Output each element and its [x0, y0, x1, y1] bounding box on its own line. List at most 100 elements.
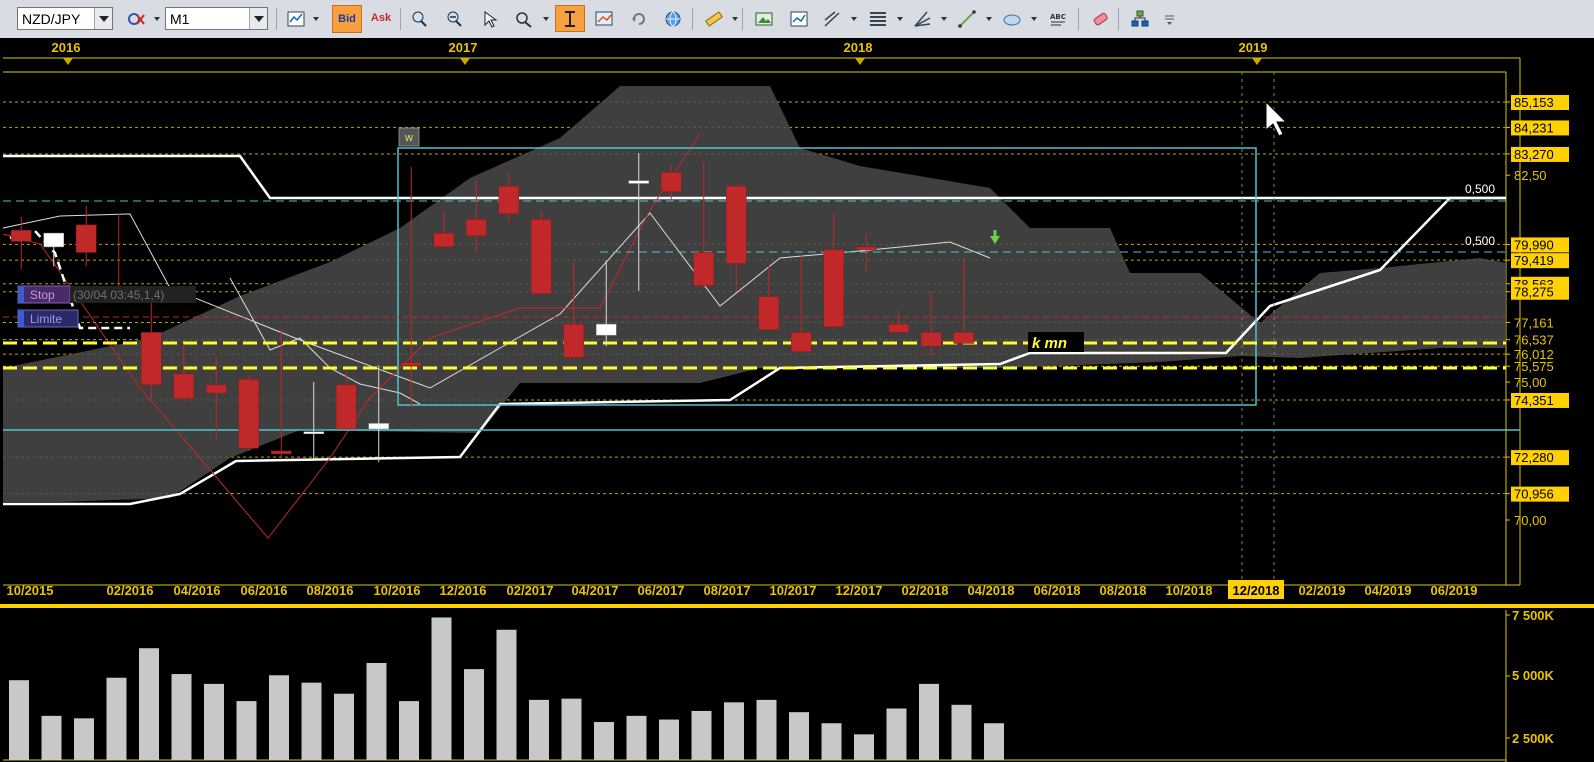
- price-label: 84,231: [1514, 120, 1554, 135]
- symbol-value: NZD/JPY: [22, 11, 81, 27]
- chevron-down-icon[interactable]: [313, 17, 319, 21]
- volume-bar: [691, 710, 712, 760]
- ask-button[interactable]: Ask: [366, 5, 396, 33]
- volume-bar: [41, 715, 62, 760]
- indicators-icon[interactable]: [1128, 7, 1152, 31]
- zoom-out-icon[interactable]: [442, 7, 466, 31]
- month-label: 02/2018: [902, 583, 949, 598]
- month-label: 12/2018: [1233, 583, 1280, 598]
- volume-bar: [74, 718, 94, 760]
- candle-body: [141, 332, 162, 386]
- volume-bar: [561, 698, 582, 760]
- candle-body: [11, 230, 32, 242]
- candle-body: [953, 332, 974, 344]
- chevron-down-icon[interactable]: [851, 17, 857, 21]
- volume-axis-label: 2 500K: [1512, 731, 1555, 746]
- volume-bar: [431, 617, 452, 760]
- chevron-down-icon[interactable]: [154, 17, 160, 21]
- month-label: 10/2016: [374, 583, 421, 598]
- chevron-down-icon[interactable]: [1031, 17, 1037, 21]
- trendline-tools-icon[interactable]: [820, 7, 844, 31]
- chart-type-icon[interactable]: [284, 7, 308, 31]
- month-label: 06/2017: [638, 583, 685, 598]
- template-icon[interactable]: [787, 7, 811, 31]
- chevron-down-icon[interactable]: [986, 17, 992, 21]
- volume-bar: [366, 662, 387, 760]
- fib-level-label: 0,500: [1465, 234, 1495, 248]
- month-label: 04/2017: [572, 583, 619, 598]
- volume-bar: [626, 715, 647, 760]
- month-label: 06/2018: [1034, 583, 1081, 598]
- time-axis: 10/2015 02/2016 04/2016 06/2016 08/2016 10/20…: [7, 580, 1478, 599]
- ellipse-icon[interactable]: [1000, 7, 1024, 31]
- volume-bars: [9, 617, 1004, 760]
- fib-level-label: 0,500: [1465, 182, 1495, 196]
- price-label: 70,00: [1514, 513, 1547, 528]
- volume-pane: [3, 610, 1507, 762]
- volume-bar: [171, 674, 192, 760]
- year-marker-icon: [855, 58, 865, 65]
- timeframe-select[interactable]: M1: [165, 7, 268, 30]
- candle-body: [921, 332, 942, 347]
- chevron-down-icon[interactable]: [732, 17, 738, 21]
- toolbar-divider: [692, 8, 693, 30]
- svg-text:ABC: ABC: [1050, 13, 1066, 21]
- mouse-cursor-icon: [1265, 100, 1288, 137]
- chart-properties-icon[interactable]: [592, 7, 616, 31]
- timeframe-value: M1: [170, 11, 190, 27]
- candle-body: [758, 296, 779, 330]
- stop-tag-handle[interactable]: [18, 286, 24, 303]
- cross-currency-icon[interactable]: [124, 7, 148, 31]
- chevron-down-icon[interactable]: [94, 8, 112, 29]
- candle-body: [563, 323, 584, 358]
- eraser-icon[interactable]: [1088, 7, 1112, 31]
- menu-icon[interactable]: [1158, 7, 1182, 31]
- volume-bar: [464, 669, 484, 760]
- price-label: 85,153: [1514, 95, 1554, 110]
- channel-icon[interactable]: [910, 7, 934, 31]
- month-label: 02/2019: [1299, 583, 1346, 598]
- price-label: 83,270: [1514, 147, 1554, 162]
- line-icon[interactable]: [955, 7, 979, 31]
- price-chart[interactable]: 2016 2017 2018 2019 0,500 0,500 w k mn S…: [0, 38, 1594, 762]
- price-label: 79,990: [1514, 237, 1554, 252]
- image-icon[interactable]: [752, 7, 776, 31]
- chevron-down-icon[interactable]: [897, 17, 903, 21]
- pane-separator[interactable]: [0, 604, 1594, 608]
- volume-bar: [951, 704, 972, 760]
- text-icon[interactable]: ABC: [1046, 7, 1070, 31]
- price-label: 74,351: [1514, 393, 1554, 408]
- volume-bar: [789, 712, 809, 760]
- chevron-down-icon[interactable]: [941, 17, 947, 21]
- candle-body: [303, 431, 324, 434]
- zoom-icon[interactable]: [512, 7, 536, 31]
- refresh-icon[interactable]: [627, 7, 651, 31]
- symbol-select[interactable]: NZD/JPY: [17, 7, 113, 30]
- volume-bar: [919, 683, 939, 760]
- ruler-icon[interactable]: [702, 7, 726, 31]
- price-label: 82,50: [1514, 168, 1547, 183]
- chevron-down-icon[interactable]: [543, 17, 549, 21]
- candle-body: [43, 232, 64, 248]
- fibonacci-icon[interactable]: [866, 7, 890, 31]
- month-label: 08/2016: [307, 583, 354, 598]
- chevron-down-icon[interactable]: [249, 8, 267, 29]
- volume-bar: [9, 680, 29, 760]
- month-label: 04/2019: [1365, 583, 1412, 598]
- year-marker-icon: [460, 58, 470, 65]
- volume-bar: [854, 734, 874, 760]
- toolbar-divider: [1078, 8, 1079, 30]
- volume-bar: [269, 675, 289, 760]
- zoom-in-icon[interactable]: [407, 7, 431, 31]
- price-label: 70,956: [1514, 487, 1554, 502]
- limit-tag-handle[interactable]: [18, 310, 24, 327]
- vertical-line-icon[interactable]: [555, 5, 585, 32]
- globe-icon[interactable]: [661, 7, 685, 31]
- year-label: 2016: [52, 40, 81, 55]
- cursor-icon[interactable]: [478, 7, 502, 31]
- stop-label: Stop: [30, 288, 55, 302]
- candle-body: [791, 332, 812, 352]
- volume-bar: [594, 722, 614, 760]
- bid-button[interactable]: Bid: [332, 5, 362, 33]
- year-label: 2018: [844, 40, 873, 55]
